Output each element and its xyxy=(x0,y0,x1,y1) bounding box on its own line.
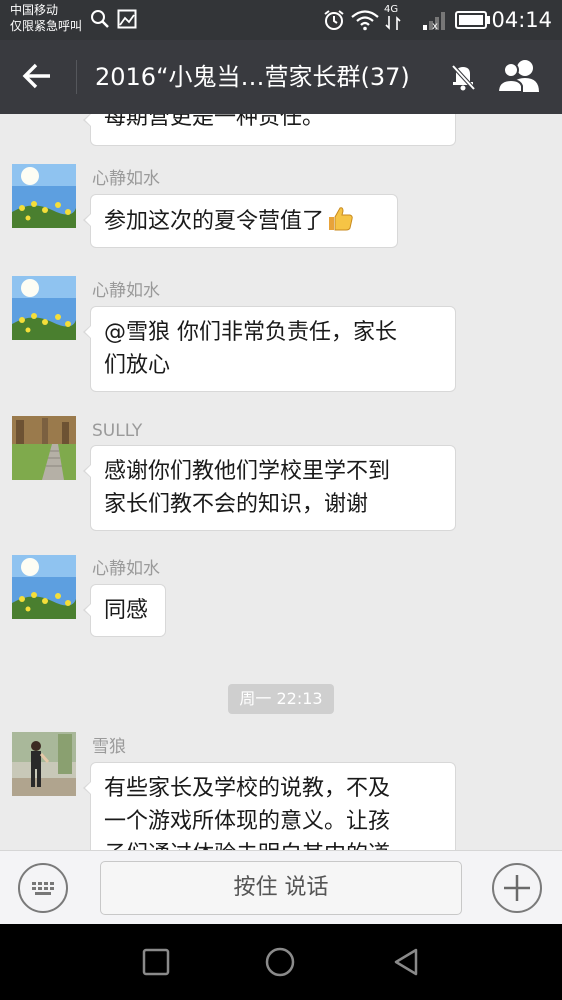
emergency-only-label: 仅限紧急呼叫 xyxy=(10,19,83,33)
message-text-line: 子们通过体验去明白其中的道 xyxy=(104,838,442,850)
status-bar: 中国移动 仅限紧急呼叫 4G x 04:14 xyxy=(0,0,562,40)
battery-icon xyxy=(455,11,490,29)
keyboard-toggle-button[interactable] xyxy=(18,863,68,913)
chat-header: 2016“小鬼当…营家长群(37) xyxy=(0,40,562,114)
message-bubble-partial[interactable]: 每期营更是一种责任。 xyxy=(83,114,456,146)
message-text: 参加这次的夏令营值了 xyxy=(104,209,325,234)
message-bubble[interactable]: 参加这次的夏令营值了 xyxy=(83,194,398,248)
message-text: 同感 xyxy=(104,598,149,623)
data-arrows-icon xyxy=(385,16,401,30)
message-text-line: 们放心 xyxy=(104,353,171,378)
sender-name: SULLY xyxy=(92,421,143,441)
message-bubble[interactable]: 有些家长及学校的说教，不及 一个游戏所体现的意义。让孩 子们通过体验去明白其中的… xyxy=(83,762,456,850)
carrier-info: 中国移动 仅限紧急呼叫 xyxy=(10,2,82,34)
message-list[interactable]: 每期营更是一种责任。 心静如水 参加这次的夏令营值了 心静如水 @雪狼 你们非常… xyxy=(0,114,562,850)
group-members-icon[interactable] xyxy=(496,56,542,96)
alarm-icon xyxy=(324,10,344,30)
date-separator: 周一 22:13 xyxy=(228,684,334,714)
sender-name: 心静如水 xyxy=(92,281,160,301)
clock: 04:14 xyxy=(491,8,552,32)
message-text-line: 一个游戏所体现的意义。让孩 xyxy=(104,809,391,834)
svg-text:x: x xyxy=(432,21,438,31)
keyboard-icon xyxy=(32,882,54,895)
input-bar: 按住 说话 xyxy=(0,850,562,924)
chat-title: 2016“小鬼当…营家长群(37) xyxy=(95,63,410,91)
avatar[interactable] xyxy=(12,732,76,796)
message-bubble[interactable]: @雪狼 你们非常负责任，家长 们放心 xyxy=(83,306,456,392)
recent-apps-icon[interactable] xyxy=(140,946,172,978)
hold-to-talk-button[interactable]: 按住 说话 xyxy=(100,861,462,915)
message-bubble[interactable]: 感谢你们教他们学校里学不到 家长们教不会的知识，谢谢 xyxy=(83,445,456,531)
sender-name: 心静如水 xyxy=(92,559,160,579)
sky-flowers-avatar xyxy=(12,276,76,340)
park-path-avatar xyxy=(12,416,76,480)
message-bubble[interactable]: 同感 xyxy=(83,584,166,637)
more-actions-button[interactable] xyxy=(492,863,542,913)
search-icon xyxy=(91,10,109,28)
message-text-line: @雪狼 你们非常负责任，家长 xyxy=(104,320,397,345)
signal-icon: x xyxy=(423,12,445,31)
plus-icon xyxy=(504,875,530,901)
avatar[interactable] xyxy=(12,164,76,228)
message-text-line: 家长们教不会的知识，谢谢 xyxy=(104,492,369,517)
person-outdoors-avatar xyxy=(12,732,76,796)
sender-name: 心静如水 xyxy=(92,169,160,189)
sky-flowers-avatar xyxy=(12,555,76,619)
message-text-line: 感谢你们教他们学校里学不到 xyxy=(104,459,391,484)
header-divider xyxy=(76,60,77,94)
home-icon[interactable] xyxy=(264,946,296,978)
mute-bell-icon xyxy=(451,64,476,91)
message-text: 每期营更是一种责任。 xyxy=(104,114,325,130)
avatar[interactable] xyxy=(12,276,76,340)
back-arrow-icon[interactable] xyxy=(20,58,56,94)
sender-name: 雪狼 xyxy=(92,737,126,757)
gallery-icon xyxy=(117,9,137,29)
system-nav-bar xyxy=(0,924,562,1000)
thumbs-up-icon xyxy=(329,207,353,231)
carrier-name: 中国移动 xyxy=(10,3,59,17)
message-text-line: 有些家长及学校的说教，不及 xyxy=(104,776,391,801)
avatar[interactable] xyxy=(12,416,76,480)
sky-flowers-avatar xyxy=(12,164,76,228)
wifi-icon xyxy=(351,10,379,31)
avatar[interactable] xyxy=(12,555,76,619)
back-triangle-icon[interactable] xyxy=(390,946,422,978)
